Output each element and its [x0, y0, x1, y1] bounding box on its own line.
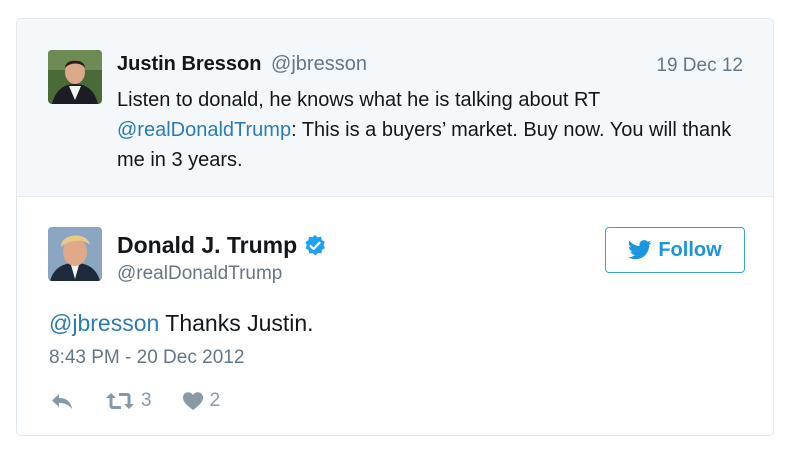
main-mention-link[interactable]: @jbresson — [49, 310, 159, 336]
main-author-avatar[interactable] — [48, 227, 102, 281]
retweet-button[interactable]: 3 — [105, 390, 152, 412]
main-author-header: Donald J. Trump — [117, 232, 327, 259]
quoted-author-handle[interactable]: @jbresson — [271, 53, 367, 75]
quoted-mention-link[interactable]: @realDonaldTrump — [117, 119, 291, 141]
main-author-name[interactable]: Donald J. Trump — [117, 232, 297, 259]
embedded-tweet-card: Justin Bresson @jbresson 19 Dec 12 Liste… — [16, 18, 774, 436]
tweet-actions: 3 2 — [49, 389, 220, 413]
like-count: 2 — [209, 390, 221, 411]
quoted-author-avatar[interactable] — [48, 50, 102, 104]
verified-badge-icon — [303, 234, 327, 258]
follow-button-label: Follow — [658, 238, 722, 261]
like-button[interactable]: 2 — [182, 390, 221, 412]
heart-icon — [182, 392, 203, 410]
retweet-count: 3 — [141, 390, 152, 411]
reply-button[interactable] — [49, 391, 75, 411]
follow-button[interactable]: Follow — [605, 227, 745, 273]
quoted-author-name[interactable]: Justin Bresson — [117, 53, 261, 75]
quoted-tweet[interactable]: Justin Bresson @jbresson 19 Dec 12 Liste… — [17, 19, 773, 197]
quoted-tweet-text: Listen to donald, he knows what he is ta… — [117, 85, 737, 175]
quoted-tweet-date[interactable]: 19 Dec 12 — [656, 55, 743, 77]
tweet-timestamp[interactable]: 8:43 PM - 20 Dec 2012 — [49, 347, 244, 369]
main-author-handle[interactable]: @realDonaldTrump — [117, 263, 282, 285]
main-tweet-text: @jbresson Thanks Justin. — [49, 310, 314, 337]
quoted-author-header: Justin Bresson @jbresson — [117, 53, 367, 76]
main-text-body: Thanks Justin. — [159, 310, 314, 336]
reply-icon — [52, 394, 72, 409]
retweet-icon — [106, 393, 134, 409]
quoted-text-line1: Listen to donald, he knows what he is ta… — [117, 89, 601, 111]
twitter-bird-icon — [628, 240, 652, 260]
